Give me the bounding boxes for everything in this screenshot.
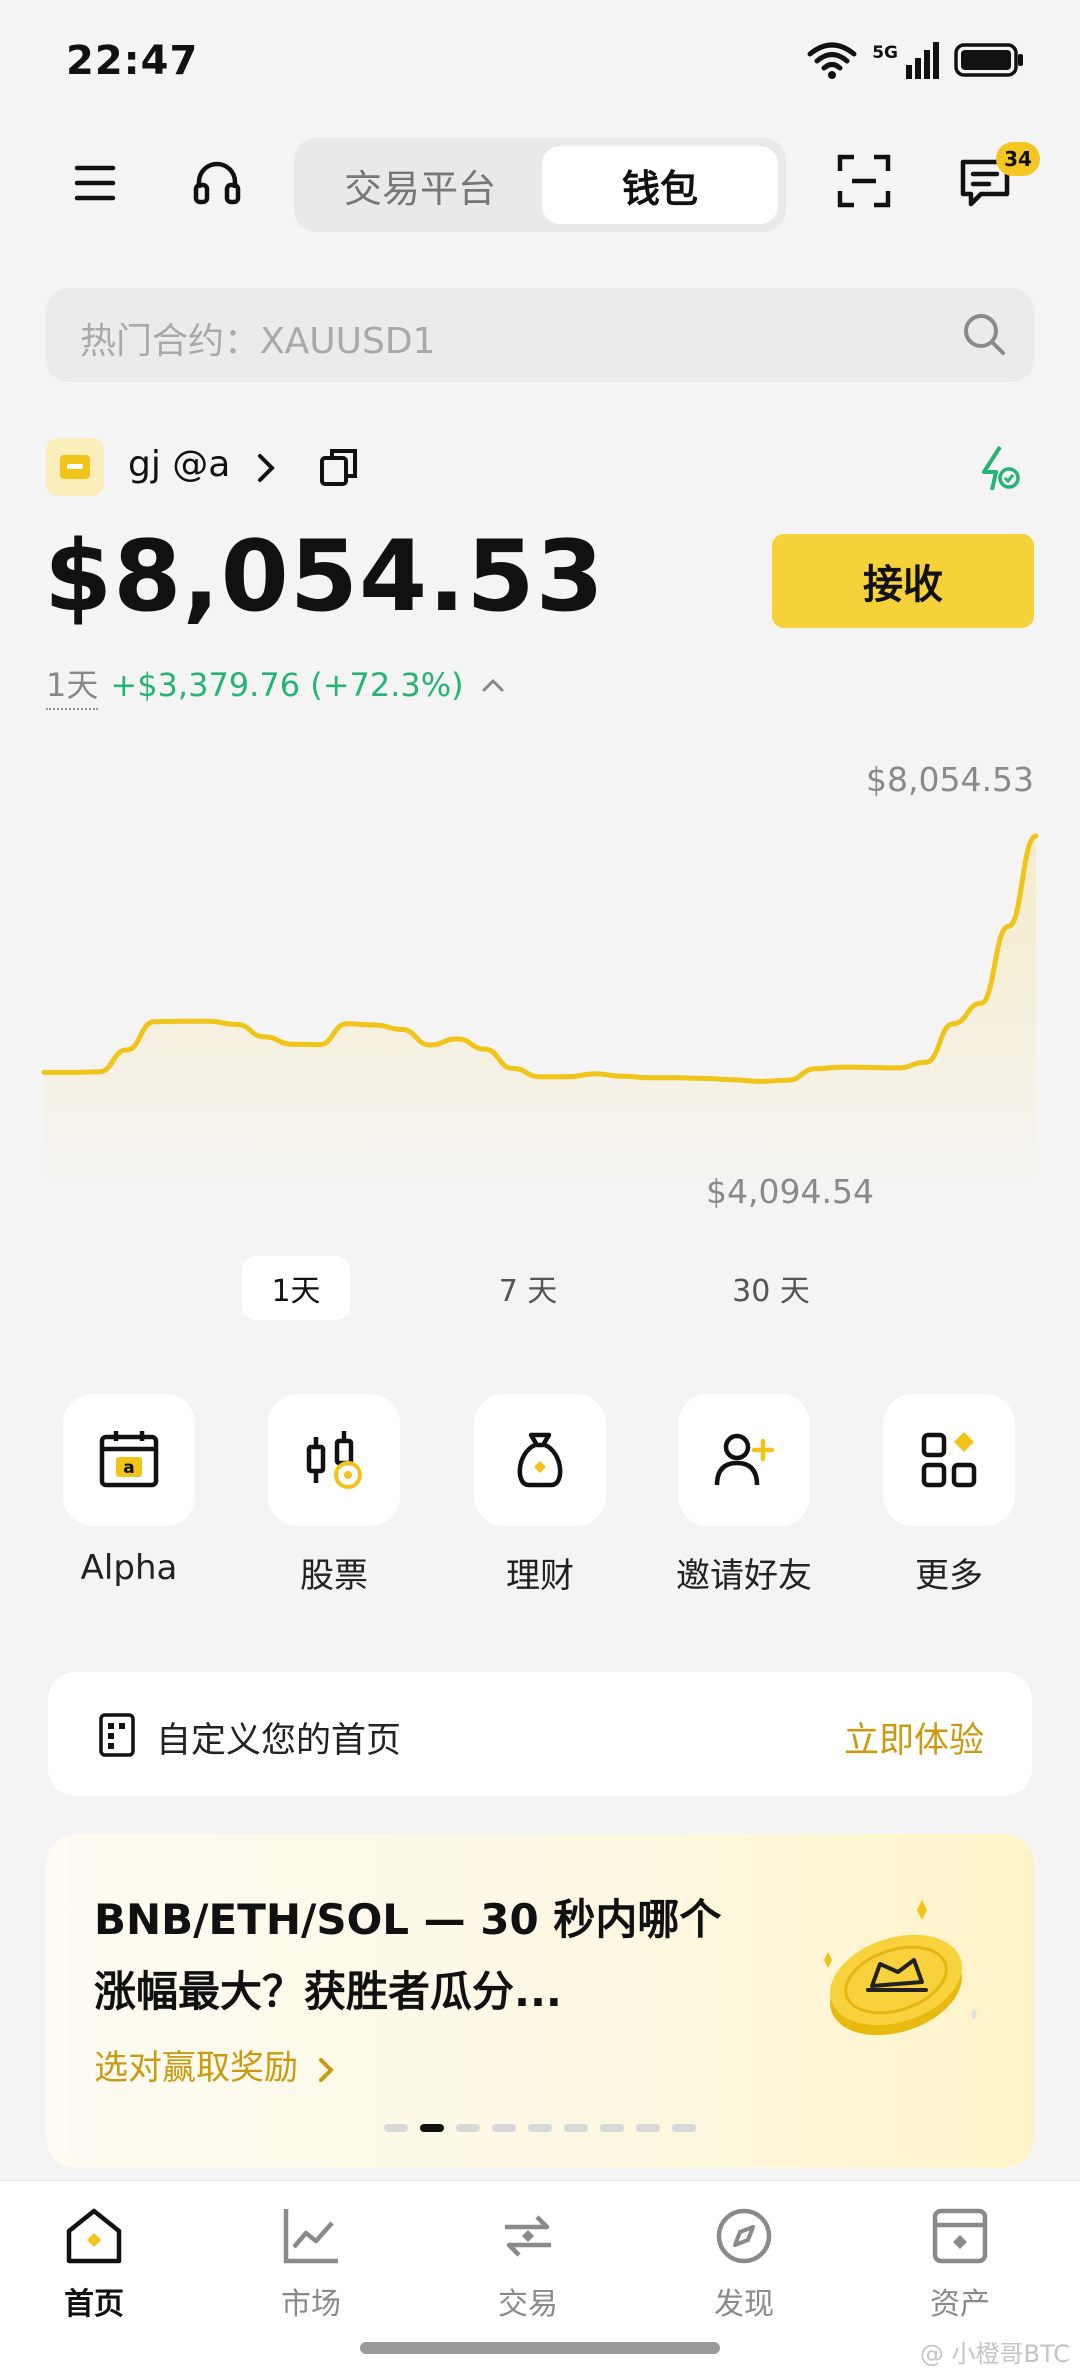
- search-placeholder: 热门合约：XAUUSD1: [80, 321, 436, 362]
- menu-icon[interactable]: [60, 148, 130, 218]
- account-name[interactable]: gj @a: [128, 444, 230, 485]
- promo-link-label: 选对赢取奖励: [94, 2048, 298, 2088]
- carousel-dot[interactable]: [672, 2124, 696, 2132]
- nav-assets-label: 资产: [930, 2287, 990, 2322]
- nav-market-label: 市场: [281, 2287, 341, 2322]
- market-chart-icon: [278, 2203, 344, 2269]
- headset-icon[interactable]: [182, 148, 252, 218]
- carousel-dot-active[interactable]: [420, 2124, 444, 2132]
- carousel-dot[interactable]: [600, 2124, 624, 2132]
- range-1d[interactable]: 1天: [242, 1256, 350, 1320]
- chevron-right-icon: [318, 2057, 334, 2082]
- status-time: 22:47: [66, 38, 199, 84]
- calendar-alpha-icon[interactable]: a: [63, 1394, 195, 1526]
- top-segmented-control: 交易平台 钱包: [294, 138, 786, 232]
- signal-icon: [906, 42, 939, 79]
- range-7d[interactable]: 7 天: [474, 1256, 582, 1320]
- candlestick-coin-icon[interactable]: [268, 1394, 400, 1526]
- carousel-dot[interactable]: [456, 2124, 480, 2132]
- status-icons: 5G: [806, 40, 1024, 80]
- pnl-row: 1天 +$3,379.76 (+72.3%): [46, 660, 506, 710]
- nav-market[interactable]: 市场: [241, 2203, 381, 2323]
- wifi-icon: [807, 42, 857, 79]
- pnl-period[interactable]: 1天: [46, 660, 99, 710]
- account-avatar[interactable]: [46, 438, 104, 496]
- carousel-dot[interactable]: [564, 2124, 588, 2132]
- carousel-dot[interactable]: [492, 2124, 516, 2132]
- nav-assets[interactable]: 资产: [890, 2203, 1030, 2323]
- customize-text: 自定义您的首页: [156, 1721, 402, 1761]
- quick-action-invite[interactable]: 邀请好友: [676, 1394, 812, 1597]
- receive-button[interactable]: 接收: [772, 534, 1034, 628]
- tab-wallet[interactable]: 钱包: [542, 146, 778, 224]
- svg-text:a: a: [123, 1458, 134, 1478]
- quick-action-label: 理财: [506, 1556, 574, 1596]
- quick-action-stocks[interactable]: 股票: [268, 1394, 400, 1597]
- total-balance: $8,054.53: [44, 520, 605, 634]
- nav-discover-label: 发现: [714, 2287, 774, 2322]
- chart-low-label: $4,094.54: [706, 1172, 874, 1211]
- watermark: @ 小橙哥BTC: [919, 2340, 1070, 2368]
- customize-link[interactable]: 立即体验: [844, 1712, 984, 1763]
- range-30d[interactable]: 30 天: [712, 1256, 830, 1320]
- trade-swap-icon: [495, 2203, 561, 2269]
- promo-title-line1: BNB/ETH/SOL — 30 秒内哪个: [94, 1895, 722, 1944]
- copy-icon[interactable]: [318, 446, 360, 488]
- chevron-right-icon[interactable]: [254, 452, 278, 484]
- tab-exchange[interactable]: 交易平台: [302, 146, 538, 224]
- promo-title-line2: 涨幅最大？获胜者瓜分...: [94, 1967, 562, 2016]
- coin-illustration-icon: [806, 1890, 996, 2060]
- discover-compass-icon: [711, 2203, 777, 2269]
- home-icon: [61, 2203, 127, 2269]
- money-bag-icon[interactable]: [474, 1394, 606, 1526]
- grid-more-icon[interactable]: [883, 1394, 1015, 1526]
- layout-icon: [98, 1712, 136, 1758]
- promo-link[interactable]: 选对赢取奖励: [94, 2040, 335, 2089]
- quick-action-label: 更多: [915, 1556, 983, 1596]
- scan-icon[interactable]: [829, 146, 899, 216]
- chevron-up-icon[interactable]: [480, 676, 506, 694]
- wallet-assets-icon: [927, 2203, 993, 2269]
- nav-trade-label: 交易: [498, 2287, 558, 2322]
- network-type: 5G: [872, 42, 898, 63]
- nav-home[interactable]: 首页: [24, 2203, 164, 2323]
- carousel-dot[interactable]: [636, 2124, 660, 2132]
- carousel-dot[interactable]: [384, 2124, 408, 2132]
- balance-chart[interactable]: [0, 760, 1080, 1180]
- pnl-value: +$3,379.76 (+72.3%): [110, 666, 464, 704]
- quick-action-more[interactable]: 更多: [883, 1394, 1015, 1597]
- search-icon[interactable]: [960, 310, 1008, 358]
- message-badge: 34: [996, 142, 1040, 176]
- chart-area: [44, 836, 1036, 1180]
- quick-action-label: 邀请好友: [676, 1556, 812, 1596]
- search-bar[interactable]: 热门合约：XAUUSD1: [46, 288, 1034, 382]
- quick-action-earn[interactable]: 理财: [474, 1394, 606, 1597]
- add-user-icon[interactable]: [678, 1394, 810, 1526]
- flash-check-icon[interactable]: [974, 444, 1024, 494]
- quick-action-label: 股票: [300, 1556, 368, 1596]
- carousel-dot[interactable]: [528, 2124, 552, 2132]
- nav-discover[interactable]: 发现: [674, 2203, 814, 2323]
- battery-icon: [954, 43, 1023, 77]
- nav-trade[interactable]: 交易: [458, 2203, 598, 2323]
- carousel-dots: [384, 2124, 696, 2132]
- nav-home-label: 首页: [64, 2287, 124, 2322]
- customize-homepage-card[interactable]: 自定义您的首页 立即体验: [48, 1672, 1032, 1796]
- quick-action-label: Alpha: [80, 1548, 178, 1588]
- promo-banner[interactable]: BNB/ETH/SOL — 30 秒内哪个 涨幅最大？获胜者瓜分... 选对赢取…: [46, 1834, 1034, 2168]
- quick-action-alpha[interactable]: a Alpha: [63, 1394, 195, 1588]
- home-indicator[interactable]: [360, 2342, 720, 2354]
